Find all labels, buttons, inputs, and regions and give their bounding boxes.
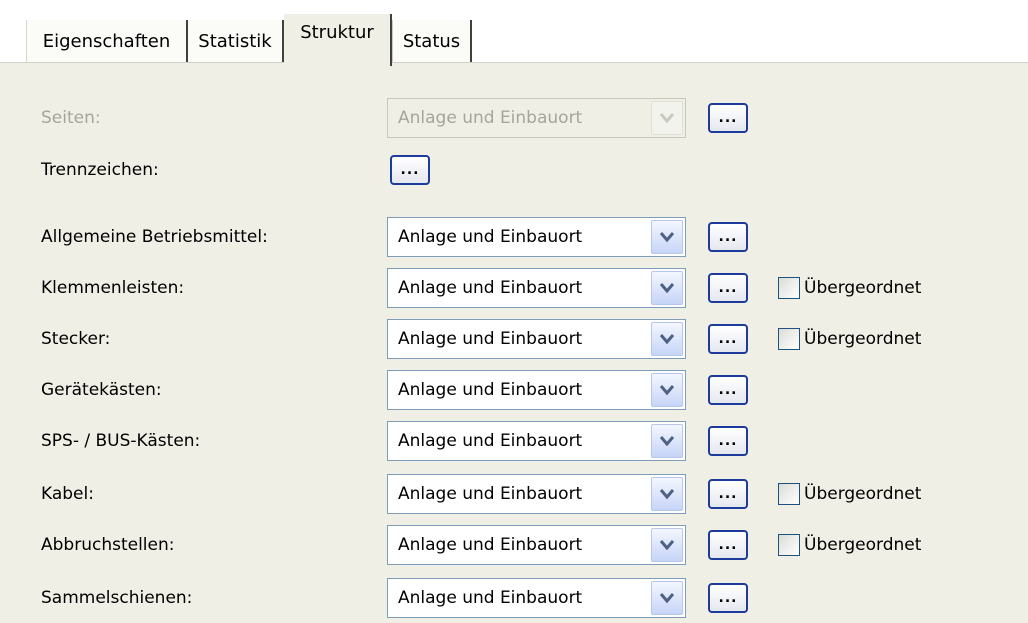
ellipsis-label: ... <box>718 331 738 347</box>
tab-struktur[interactable]: Struktur <box>284 14 392 66</box>
checkbox-label[interactable]: Übergeordnet <box>804 329 921 349</box>
dropdown-button[interactable] <box>651 581 683 615</box>
sammelschienen-combobox[interactable]: Anlage und Einbauort <box>387 578 686 618</box>
checkbox-label[interactable]: Übergeordnet <box>804 484 921 504</box>
ellipsis-label: ... <box>718 486 738 502</box>
pages-dropdown-button <box>651 101 683 135</box>
chevron-down-icon <box>660 436 674 446</box>
uebergeordnet-checkbox-group[interactable]: Übergeordnet <box>778 483 921 505</box>
field-row-kabel: Kabel: Anlage und Einbauort ... Übergeor… <box>0 474 1028 514</box>
chevron-down-icon <box>660 385 674 395</box>
dropdown-button[interactable] <box>651 477 683 511</box>
pages-combobox-value: Anlage und Einbauort <box>398 108 583 128</box>
kabel-combobox[interactable]: Anlage und Einbauort <box>387 474 686 514</box>
field-row-sps-bus-kaesten: SPS- / BUS-Kästen: Anlage und Einbauort … <box>0 421 1028 461</box>
combobox-value: Anlage und Einbauort <box>398 227 583 247</box>
ellipsis-button[interactable]: ... <box>708 479 748 509</box>
tab-label: Eigenschaften <box>42 30 171 52</box>
ellipsis-button[interactable]: ... <box>708 273 748 303</box>
field-label: Allgemeine Betriebsmittel: <box>41 227 268 247</box>
chevron-down-icon <box>660 489 674 499</box>
struktur-panel: Seiten: Anlage und Einbauort ... Trennze… <box>0 62 1028 623</box>
abbruchstellen-combobox[interactable]: Anlage und Einbauort <box>387 525 686 565</box>
field-label: Gerätekästen: <box>41 380 162 400</box>
ellipsis-label: ... <box>718 229 738 245</box>
ellipsis-label: ... <box>718 537 738 553</box>
chevron-down-icon <box>660 334 674 344</box>
field-label: Stecker: <box>41 329 111 349</box>
combobox-value: Anlage und Einbauort <box>398 535 583 555</box>
ellipsis-label: ... <box>718 382 738 398</box>
uebergeordnet-checkbox[interactable] <box>778 277 800 299</box>
field-row-klemmenleisten: Klemmenleisten: Anlage und Einbauort ...… <box>0 268 1028 308</box>
field-row-geraetekaesten: Gerätekästen: Anlage und Einbauort ... <box>0 370 1028 410</box>
dropdown-button[interactable] <box>651 220 683 254</box>
dropdown-button[interactable] <box>651 528 683 562</box>
geraetekaesten-combobox[interactable]: Anlage und Einbauort <box>387 370 686 410</box>
field-label: Sammelschienen: <box>41 588 193 608</box>
combobox-value: Anlage und Einbauort <box>398 380 583 400</box>
ellipsis-button[interactable]: ... <box>708 324 748 354</box>
field-label: SPS- / BUS-Kästen: <box>41 431 201 451</box>
uebergeordnet-checkbox[interactable] <box>778 483 800 505</box>
field-row-sammelschienen: Sammelschienen: Anlage und Einbauort ... <box>0 578 1028 618</box>
checkbox-label[interactable]: Übergeordnet <box>804 278 921 298</box>
combobox-value: Anlage und Einbauort <box>398 431 583 451</box>
combobox-value: Anlage und Einbauort <box>398 588 583 608</box>
field-label: Klemmenleisten: <box>41 278 185 298</box>
pages-ellipsis-button[interactable]: ... <box>708 103 748 133</box>
dropdown-button[interactable] <box>651 424 683 458</box>
tab-label: Status <box>402 30 461 52</box>
separator-row: Trennzeichen: ... <box>0 150 1028 190</box>
tab-strip: Eigenschaften Statistik Struktur Status <box>0 0 1028 66</box>
chevron-down-icon <box>660 540 674 550</box>
stecker-combobox[interactable]: Anlage und Einbauort <box>387 319 686 359</box>
pages-row: Seiten: Anlage und Einbauort ... <box>0 98 1028 138</box>
ellipsis-button[interactable]: ... <box>708 222 748 252</box>
ellipsis-button[interactable]: ... <box>708 530 748 560</box>
pages-combobox: Anlage und Einbauort <box>387 98 686 138</box>
uebergeordnet-checkbox[interactable] <box>778 328 800 350</box>
tab-statistik[interactable]: Statistik <box>188 20 284 62</box>
uebergeordnet-checkbox-group[interactable]: Übergeordnet <box>778 277 921 299</box>
allgemeine-betriebsmittel-combobox[interactable]: Anlage und Einbauort <box>387 217 686 257</box>
tab-label: Struktur <box>300 22 374 43</box>
ellipsis-label: ... <box>718 590 738 606</box>
dropdown-button[interactable] <box>651 271 683 305</box>
ellipsis-button[interactable]: ... <box>708 375 748 405</box>
chevron-down-icon <box>660 593 674 603</box>
klemmenleisten-combobox[interactable]: Anlage und Einbauort <box>387 268 686 308</box>
separator-ellipsis-button[interactable]: ... <box>390 155 430 185</box>
ellipsis-label: ... <box>718 280 738 296</box>
ellipsis-label: ... <box>718 110 738 126</box>
dropdown-button[interactable] <box>651 322 683 356</box>
ellipsis-label: ... <box>400 162 420 178</box>
field-row-abbruchstellen: Abbruchstellen: Anlage und Einbauort ...… <box>0 525 1028 565</box>
ellipsis-button[interactable]: ... <box>708 583 748 613</box>
field-row-allgemeine-betriebsmittel: Allgemeine Betriebsmittel: Anlage und Ei… <box>0 217 1028 257</box>
field-row-stecker: Stecker: Anlage und Einbauort ... Überge… <box>0 319 1028 359</box>
chevron-down-icon <box>660 283 674 293</box>
uebergeordnet-checkbox[interactable] <box>778 534 800 556</box>
field-label: Kabel: <box>41 484 94 504</box>
tab-label: Statistik <box>198 30 272 52</box>
checkbox-label[interactable]: Übergeordnet <box>804 535 921 555</box>
pages-label: Seiten: <box>41 108 101 128</box>
tab-status[interactable]: Status <box>392 20 472 62</box>
chevron-down-icon <box>660 113 674 123</box>
tab-eigenschaften[interactable]: Eigenschaften <box>26 20 188 62</box>
uebergeordnet-checkbox-group[interactable]: Übergeordnet <box>778 534 921 556</box>
ellipsis-button[interactable]: ... <box>708 426 748 456</box>
combobox-value: Anlage und Einbauort <box>398 484 583 504</box>
ellipsis-label: ... <box>718 433 738 449</box>
chevron-down-icon <box>660 232 674 242</box>
combobox-value: Anlage und Einbauort <box>398 329 583 349</box>
sps-bus-kaesten-combobox[interactable]: Anlage und Einbauort <box>387 421 686 461</box>
separator-label: Trennzeichen: <box>41 160 159 180</box>
combobox-value: Anlage und Einbauort <box>398 278 583 298</box>
uebergeordnet-checkbox-group[interactable]: Übergeordnet <box>778 328 921 350</box>
dropdown-button[interactable] <box>651 373 683 407</box>
field-label: Abbruchstellen: <box>41 535 175 555</box>
